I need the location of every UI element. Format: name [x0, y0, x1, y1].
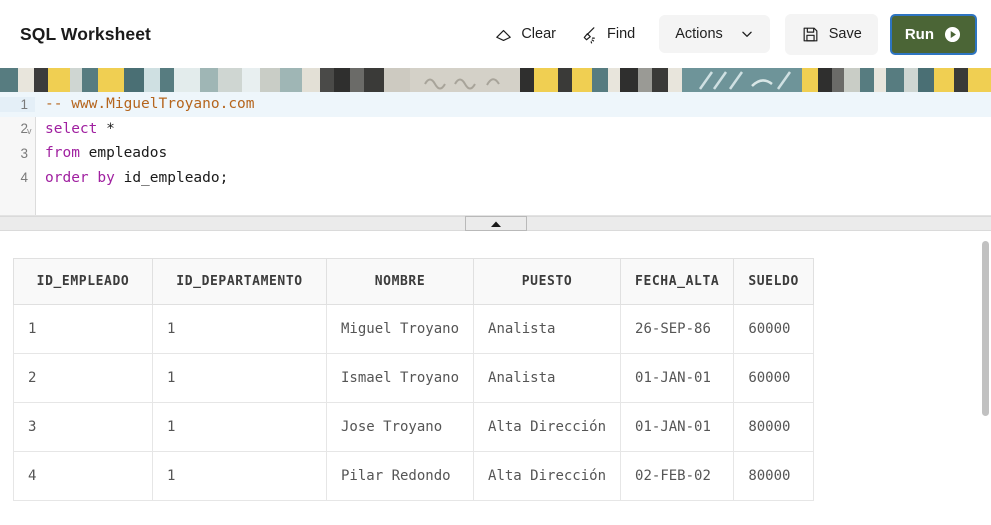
results-table-head: ID_EMPLEADO ID_DEPARTAMENTO NOMBRE PUESTO FE… [13, 258, 814, 305]
results-table: ID_EMPLEADO ID_DEPARTAMENTO NOMBRE PUESTO FE… [13, 258, 814, 501]
run-button[interactable]: Run [889, 13, 977, 55]
code-line[interactable]: 1 -- www.MiguelTroyano.com [0, 92, 991, 117]
find-button[interactable]: Find [568, 17, 647, 52]
table-row[interactable]: 4 1 Pilar Redondo Alta Dirección 02-FEB-02 80… [13, 451, 814, 501]
code-token-kw: from [45, 145, 80, 162]
code-token-plain: empleados [79, 145, 168, 162]
table-cell[interactable]: 4 [13, 451, 153, 501]
actions-label: Actions [675, 26, 723, 42]
table-cell[interactable]: Miguel Troyano [325, 304, 475, 354]
code-line[interactable]: 4 order by id_empleado; [0, 166, 991, 191]
run-label: Run [904, 25, 934, 43]
table-cell[interactable]: 1 [152, 451, 327, 501]
table-cell[interactable]: 3 [13, 402, 153, 452]
column-header[interactable]: FECHA_ALTA [620, 258, 735, 305]
line-number: 4 [20, 170, 28, 186]
table-cell[interactable]: 60000 [733, 304, 814, 354]
code-token-comment: -- www.MiguelTroyano.com [45, 96, 255, 113]
decorative-pattern [0, 68, 991, 92]
code-line[interactable]: 2 select * [0, 117, 991, 142]
results-table-body: 1 1 Miguel Troyano Analista 26-SEP-86 60000 2 1… [13, 304, 814, 501]
column-header[interactable]: SUELDO [733, 258, 814, 305]
table-cell[interactable]: Pilar Redondo [325, 451, 475, 501]
column-header[interactable]: PUESTO [473, 258, 622, 305]
table-cell[interactable]: 01-JAN-01 [620, 353, 735, 403]
code-line-text: -- www.MiguelTroyano.com [35, 96, 255, 112]
table-cell[interactable]: 1 [13, 304, 153, 354]
line-number: 2 [20, 121, 28, 137]
clear-label: Clear [521, 26, 556, 42]
code-line-text: order by id_empleado; [35, 170, 228, 186]
table-cell[interactable]: Alta Dirección [473, 451, 622, 501]
save-label: Save [828, 26, 862, 42]
code-token-plain: id_empleado; [114, 169, 229, 186]
play-icon [943, 25, 962, 44]
table-cell[interactable]: 02-FEB-02 [620, 451, 735, 501]
code-token-plain: * [97, 120, 115, 137]
table-cell[interactable]: Alta Dirección [473, 402, 622, 452]
splitter-collapse-handle[interactable] [464, 216, 527, 231]
page-title: SQL Worksheet [20, 23, 151, 44]
toolbar: SQL Worksheet Clear Find Actions Save Ru… [0, 0, 991, 68]
code-line-text: from empleados [35, 145, 167, 161]
code-token-kw: order [45, 169, 89, 186]
table-cell[interactable]: 60000 [733, 353, 814, 403]
code-token-kw: by [97, 169, 115, 186]
vertical-scrollbar[interactable] [978, 231, 991, 502]
table-cell[interactable]: 80000 [733, 451, 814, 501]
caret-up-icon [488, 220, 504, 228]
results-header-row: ID_EMPLEADO ID_DEPARTAMENTO NOMBRE PUESTO FE… [13, 258, 814, 305]
find-label: Find [606, 26, 636, 42]
toolbar-actions: Clear Find Actions Save Run [482, 13, 977, 55]
column-header[interactable]: ID_DEPARTAMENTO [152, 258, 327, 305]
table-cell[interactable]: 80000 [733, 402, 814, 452]
line-number: 3 [20, 145, 28, 161]
line-number: 1 [0, 96, 35, 112]
results-panel: ID_EMPLEADO ID_DEPARTAMENTO NOMBRE PUESTO FE… [0, 231, 991, 502]
column-header[interactable]: ID_EMPLEADO [13, 258, 153, 305]
save-button[interactable]: Save [784, 13, 878, 55]
table-cell[interactable]: 26-SEP-86 [620, 304, 735, 354]
table-cell[interactable]: 1 [152, 304, 327, 354]
table-cell[interactable]: 1 [152, 353, 327, 403]
table-row[interactable]: 2 1 Ismael Troyano Analista 01-JAN-01 60000 [13, 353, 814, 403]
table-cell[interactable]: Analista [473, 304, 622, 354]
clear-button[interactable]: Clear [482, 17, 568, 52]
eraser-icon [494, 25, 513, 44]
vertical-scrollbar-thumb[interactable] [982, 241, 989, 416]
chevron-down-icon [740, 27, 754, 41]
code-line-text: select * [35, 121, 115, 137]
table-cell[interactable]: 01-JAN-01 [620, 402, 735, 452]
table-cell[interactable]: Jose Troyano [325, 402, 475, 452]
code-line[interactable]: 3 from empleados [0, 141, 991, 166]
table-row[interactable]: 3 1 Jose Troyano Alta Dirección 01-JAN-01 800… [13, 402, 814, 452]
table-cell[interactable]: 2 [13, 353, 153, 403]
actions-button[interactable]: Actions [659, 15, 770, 53]
sql-editor[interactable]: 1 -- www.MiguelTroyano.com v 2 select * 3 from… [0, 92, 991, 216]
table-cell[interactable]: Ismael Troyano [325, 353, 475, 403]
table-cell[interactable]: 1 [152, 402, 327, 452]
column-header[interactable]: NOMBRE [325, 258, 475, 305]
decorative-image-strip [0, 68, 991, 92]
editor-results-splitter[interactable] [0, 216, 991, 231]
broom-icon [580, 25, 599, 44]
table-row[interactable]: 1 1 Miguel Troyano Analista 26-SEP-86 60000 [13, 304, 814, 354]
table-cell[interactable]: Analista [473, 353, 622, 403]
code-token-kw: select [45, 120, 98, 137]
floppy-disk-icon [801, 25, 820, 44]
code-area[interactable]: 1 -- www.MiguelTroyano.com v 2 select * 3 from… [0, 92, 991, 215]
